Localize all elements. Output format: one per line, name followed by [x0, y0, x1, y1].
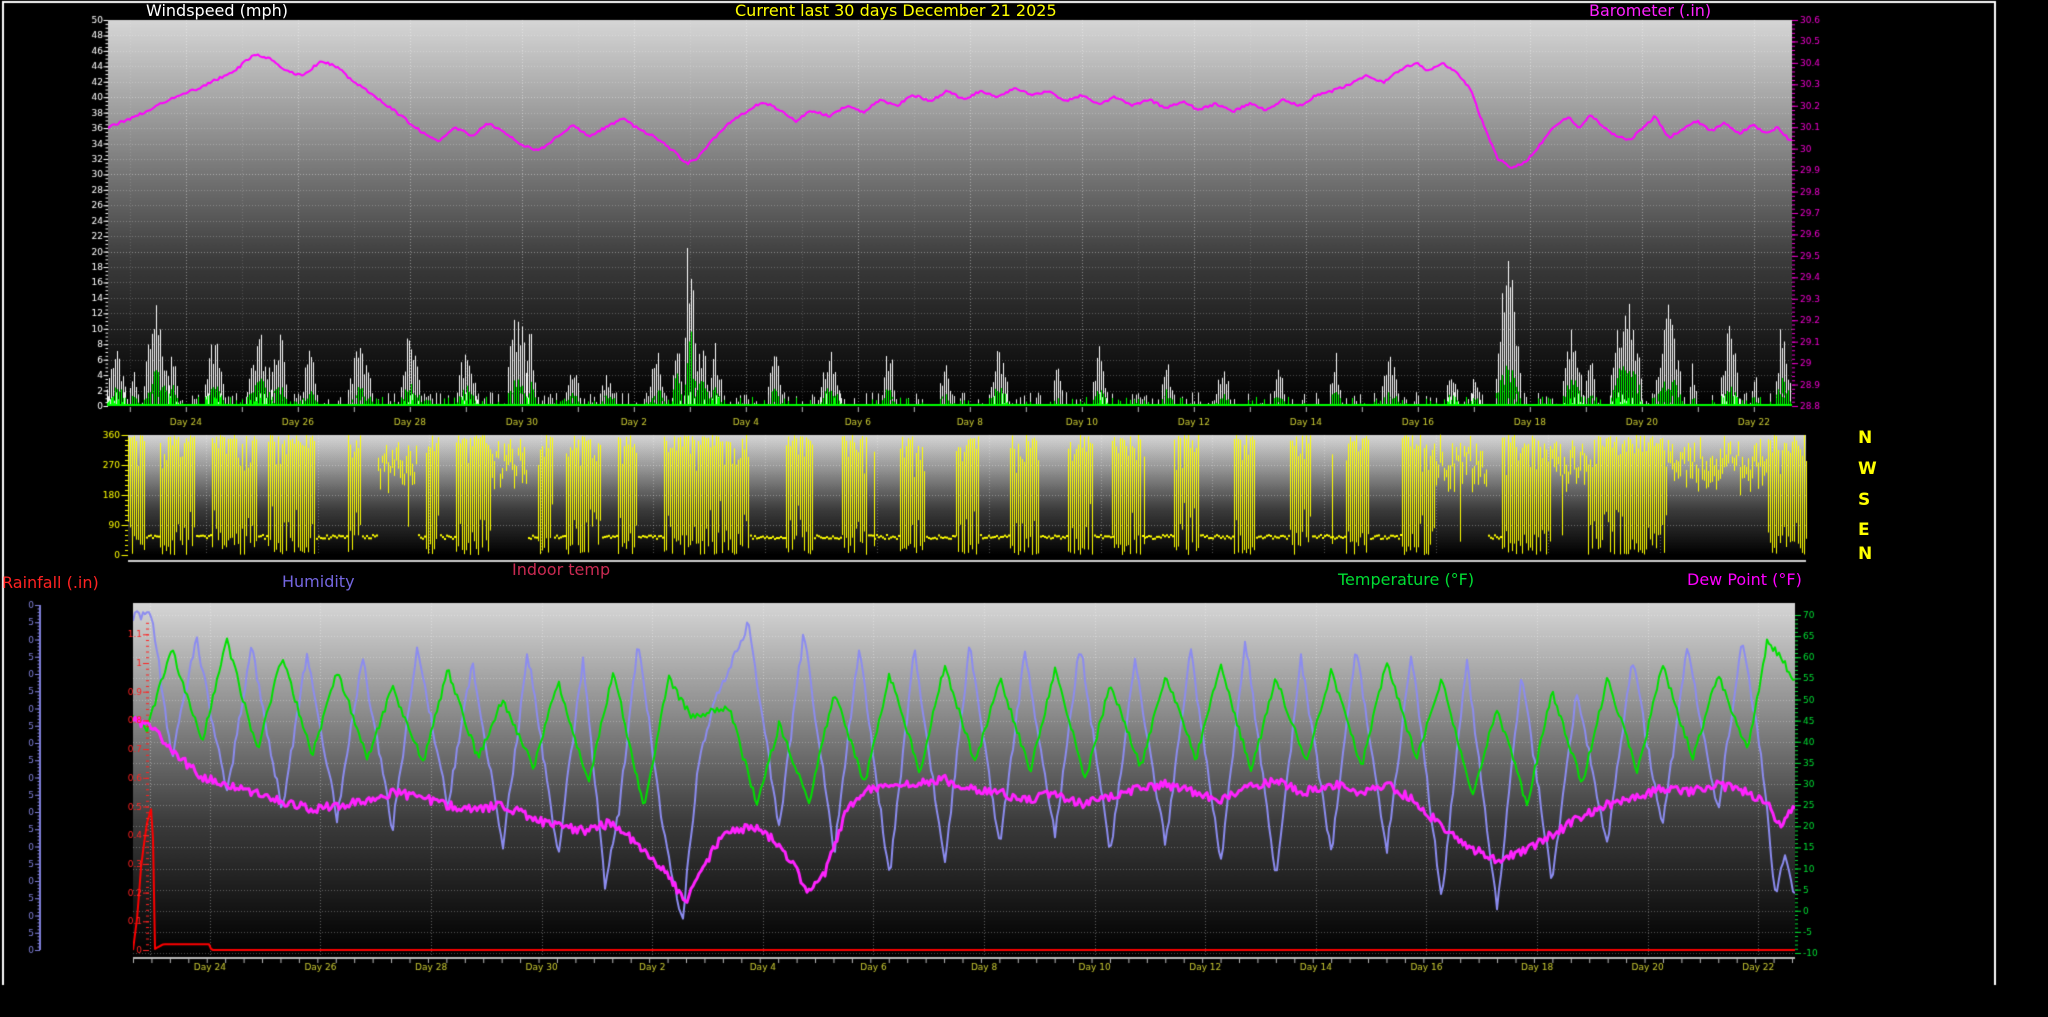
compass-letter: E: [1858, 520, 1870, 540]
label-rainfall: Rainfall (.in): [2, 574, 99, 591]
page-title-barometer: Barometer (.in): [1589, 2, 1711, 19]
compass-letter: N: [1858, 428, 1872, 448]
compass-letter: N: [1858, 544, 1872, 564]
compass-letter: W: [1858, 459, 1877, 479]
charts-canvas: [0, 0, 2048, 1017]
label-humidity: Humidity: [282, 573, 355, 590]
compass-direction-labels: NWSEN: [1858, 420, 1888, 570]
page-title-period: Current last 30 days December 21 2025: [735, 2, 1057, 19]
label-dew-point: Dew Point (°F): [1687, 571, 1802, 588]
compass-letter: S: [1858, 490, 1870, 510]
label-indoor-temp: Indoor temp: [512, 561, 610, 578]
label-temperature: Temperature (°F): [1338, 571, 1474, 588]
weather-dashboard: Windspeed (mph) Current last 30 days Dec…: [0, 0, 2048, 1017]
page-title-windspeed: Windspeed (mph): [146, 2, 288, 19]
